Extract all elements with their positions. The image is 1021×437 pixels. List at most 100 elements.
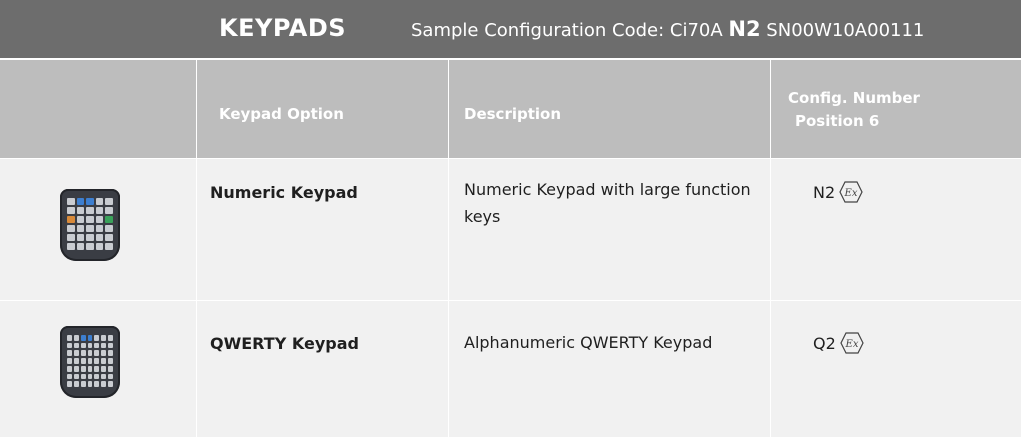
column-divider bbox=[196, 60, 197, 437]
keypad-key bbox=[67, 216, 75, 223]
config-code: Q2 bbox=[813, 333, 836, 353]
keypad-key bbox=[105, 243, 113, 250]
title-bar: KEYPADS Sample Configuration Code: Ci70A… bbox=[0, 0, 1021, 58]
keypad-key bbox=[94, 350, 100, 357]
config-code-cell: N2 Ex bbox=[813, 181, 863, 203]
config-code-cell: Q2 Ex bbox=[813, 332, 864, 354]
keypad-key bbox=[80, 365, 86, 372]
column-header-config-line1: Config. Number bbox=[788, 89, 920, 107]
page-title: KEYPADS bbox=[219, 14, 347, 42]
keypad-key bbox=[87, 358, 93, 364]
keypad-key bbox=[86, 243, 94, 250]
keypad-key bbox=[105, 225, 113, 232]
keypad-key bbox=[108, 358, 113, 364]
keypad-key bbox=[87, 350, 93, 357]
keypad-key bbox=[94, 342, 100, 349]
keypad-key bbox=[105, 216, 113, 223]
keypad-key bbox=[108, 350, 113, 357]
qwerty-keypad-image bbox=[60, 326, 120, 398]
keypad-key bbox=[95, 225, 104, 232]
table-row: Numeric Keypad Numeric Keypad with large… bbox=[0, 158, 1021, 301]
keypad-key bbox=[76, 207, 85, 214]
keypad-key bbox=[76, 225, 85, 232]
keypad-description: Alphanumeric QWERTY Keypad bbox=[464, 333, 713, 352]
keypad-key bbox=[67, 225, 75, 232]
keypad-key bbox=[73, 335, 79, 341]
keypad-key bbox=[95, 207, 104, 214]
numeric-keypad-image bbox=[60, 189, 120, 261]
keypad-key bbox=[86, 234, 94, 241]
ex-hexagon-icon: Ex bbox=[840, 332, 864, 354]
keypad-key bbox=[80, 335, 86, 341]
keypad-key bbox=[76, 216, 85, 223]
keypad-description: Numeric Keypad with large function keys bbox=[464, 180, 751, 226]
column-divider bbox=[770, 60, 771, 437]
keypad-key bbox=[101, 335, 107, 341]
sample-highlight-code: N2 bbox=[728, 17, 761, 41]
keypad-key bbox=[67, 335, 72, 341]
keypad-key bbox=[80, 381, 86, 387]
column-divider bbox=[448, 60, 449, 437]
keypad-key bbox=[95, 216, 104, 223]
table-row: QWERTY Keypad Alphanumeric QWERTY Keypad… bbox=[0, 301, 1021, 437]
keypad-key bbox=[67, 243, 75, 250]
keypad-key bbox=[67, 198, 75, 205]
keypad-key bbox=[73, 350, 79, 357]
keypad-option-name: QWERTY Keypad bbox=[210, 334, 359, 353]
column-header-option: Keypad Option bbox=[219, 105, 344, 123]
keypad-key bbox=[94, 335, 100, 341]
sample-prefix: Sample Configuration Code: Ci70A bbox=[411, 20, 729, 41]
keypad-key bbox=[105, 234, 113, 241]
keypad-key bbox=[67, 207, 75, 214]
keypad-key bbox=[87, 365, 93, 372]
keypad-key bbox=[80, 342, 86, 349]
keypad-key bbox=[86, 207, 94, 214]
keypad-key bbox=[108, 381, 113, 387]
svg-text:Ex: Ex bbox=[844, 188, 858, 199]
ex-hexagon-icon: Ex bbox=[839, 181, 863, 203]
keypad-key bbox=[76, 243, 85, 250]
keypad-key bbox=[95, 243, 104, 250]
keypad-key bbox=[67, 234, 75, 241]
keypad-key bbox=[101, 358, 107, 364]
keypad-key bbox=[108, 365, 113, 372]
svg-text:Ex: Ex bbox=[844, 339, 858, 350]
keypad-key bbox=[101, 373, 107, 380]
keypad-key bbox=[94, 381, 100, 387]
keypad-key bbox=[94, 358, 100, 364]
column-header-config: Config. Number Position 6 bbox=[788, 87, 920, 133]
keypad-key bbox=[86, 225, 94, 232]
keypad-key bbox=[67, 342, 72, 349]
keypad-key bbox=[73, 342, 79, 349]
keypad-key bbox=[95, 234, 104, 241]
keypad-key bbox=[108, 335, 113, 341]
keypad-key bbox=[80, 350, 86, 357]
keypad-key bbox=[73, 373, 79, 380]
keypad-key bbox=[94, 373, 100, 380]
keypad-key bbox=[67, 381, 72, 387]
column-header-description: Description bbox=[464, 105, 562, 123]
keypad-key bbox=[73, 381, 79, 387]
keypad-key bbox=[101, 381, 107, 387]
keypad-key bbox=[76, 198, 85, 205]
keypad-key bbox=[87, 381, 93, 387]
column-header-config-line2: Position 6 bbox=[795, 112, 880, 130]
keypad-key bbox=[73, 358, 79, 364]
keypad-key bbox=[87, 342, 93, 349]
keypad-key bbox=[73, 365, 79, 372]
keypad-key bbox=[108, 342, 113, 349]
keypad-key bbox=[95, 198, 104, 205]
keypad-option-name: Numeric Keypad bbox=[210, 183, 358, 202]
keypad-key bbox=[67, 373, 72, 380]
table-header-row: Keypad Option Description Config. Number… bbox=[0, 60, 1021, 158]
config-code: N2 bbox=[813, 182, 836, 202]
row-divider bbox=[0, 300, 1021, 301]
keypad-key bbox=[76, 234, 85, 241]
keypad-key bbox=[87, 373, 93, 380]
keypad-key bbox=[86, 198, 94, 205]
keypad-key bbox=[105, 207, 113, 214]
keypad-key bbox=[67, 350, 72, 357]
keypad-key bbox=[67, 358, 72, 364]
keypad-key bbox=[101, 350, 107, 357]
keypad-key bbox=[67, 365, 72, 372]
